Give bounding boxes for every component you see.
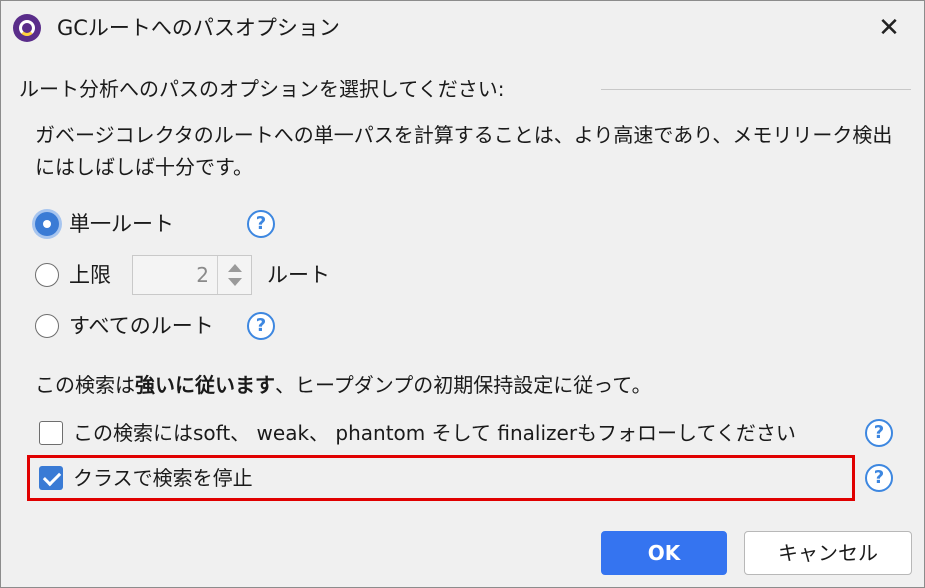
stop-at-class-option[interactable]: クラスで検索を停止 [39,463,253,493]
all-roots-label: すべてのルート [69,314,214,338]
follow-weak-option[interactable]: この検索にはsoft、 weak、 phantom そして finalizerも… [39,418,796,448]
search-note: この検索は強いに従います、ヒープダンプの初期保持設定に従って。 [35,369,652,401]
path-options-dialog: GCルートへのパスオプション ✕ ルート分析へのパスのオプションを選択してくださ… [0,0,925,588]
description-text: ガベージコレクタのルートへの単一パスを計算することは、より高速であり、メモリリー… [35,123,893,179]
all-roots-help-icon[interactable]: ? [247,312,275,340]
stop-at-class-help-icon[interactable]: ? [865,464,893,492]
stop-at-class-label: クラスで検索を停止 [73,466,253,490]
spinner-down-icon[interactable] [228,278,242,286]
spinner-arrows[interactable] [217,256,251,294]
max-roots-suffix: ルート [267,263,330,287]
option-single-root[interactable]: 単一ルート [35,209,174,239]
close-icon[interactable]: ✕ [871,11,907,45]
follow-weak-label: この検索にはsoft、 weak、 phantom そして finalizerも… [73,421,796,445]
option-max-roots[interactable]: 上限 [35,260,111,290]
single-root-help-icon[interactable]: ? [247,210,275,238]
max-roots-suffix-row: ルート [267,260,330,290]
note-suffix: 、ヒープダンプの初期保持設定に従って。 [275,373,652,397]
ok-button[interactable]: OK [601,531,727,575]
spinner-up-icon[interactable] [228,264,242,272]
title-bar: GCルートへのパスオプション ✕ [1,1,924,55]
follow-weak-checkbox[interactable] [39,421,63,445]
max-roots-label: 上限 [69,263,111,287]
dialog-title: GCルートへのパスオプション [57,16,340,40]
max-roots-spinner[interactable]: 2 [132,255,252,295]
follow-weak-help-icon[interactable]: ? [865,419,893,447]
section-divider [601,89,911,90]
max-roots-radio[interactable] [35,263,59,287]
note-bold: 強いに従います [135,373,275,397]
note-prefix: この検索は [35,373,135,397]
section-heading: ルート分析へのパスのオプションを選択してください: [19,77,505,101]
cancel-button[interactable]: キャンセル [744,531,912,575]
option-all-roots[interactable]: すべてのルート [35,311,214,341]
single-root-radio[interactable] [35,212,59,236]
app-logo-icon [13,14,41,42]
all-roots-radio[interactable] [35,314,59,338]
max-roots-value[interactable]: 2 [196,261,209,289]
single-root-label: 単一ルート [69,212,174,236]
stop-at-class-checkbox[interactable] [39,466,63,490]
